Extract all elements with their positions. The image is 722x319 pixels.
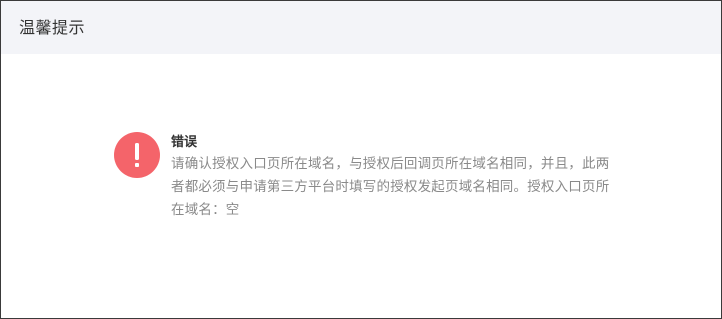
dialog-title: 温馨提示 — [19, 18, 86, 37]
dialog-header: 温馨提示 — [1, 1, 721, 54]
error-message: 请确认授权入口页所在域名，与授权后回调页所在域名相同，并且，此两者都必须与申请第… — [171, 156, 610, 218]
exclamation-icon — [114, 132, 160, 178]
dialog-window: 温馨提示 错误 请确认授权入口页所在域名，与授权后回调页所在域名相同，并且，此两… — [0, 0, 722, 319]
error-title: 错误 — [171, 135, 198, 150]
